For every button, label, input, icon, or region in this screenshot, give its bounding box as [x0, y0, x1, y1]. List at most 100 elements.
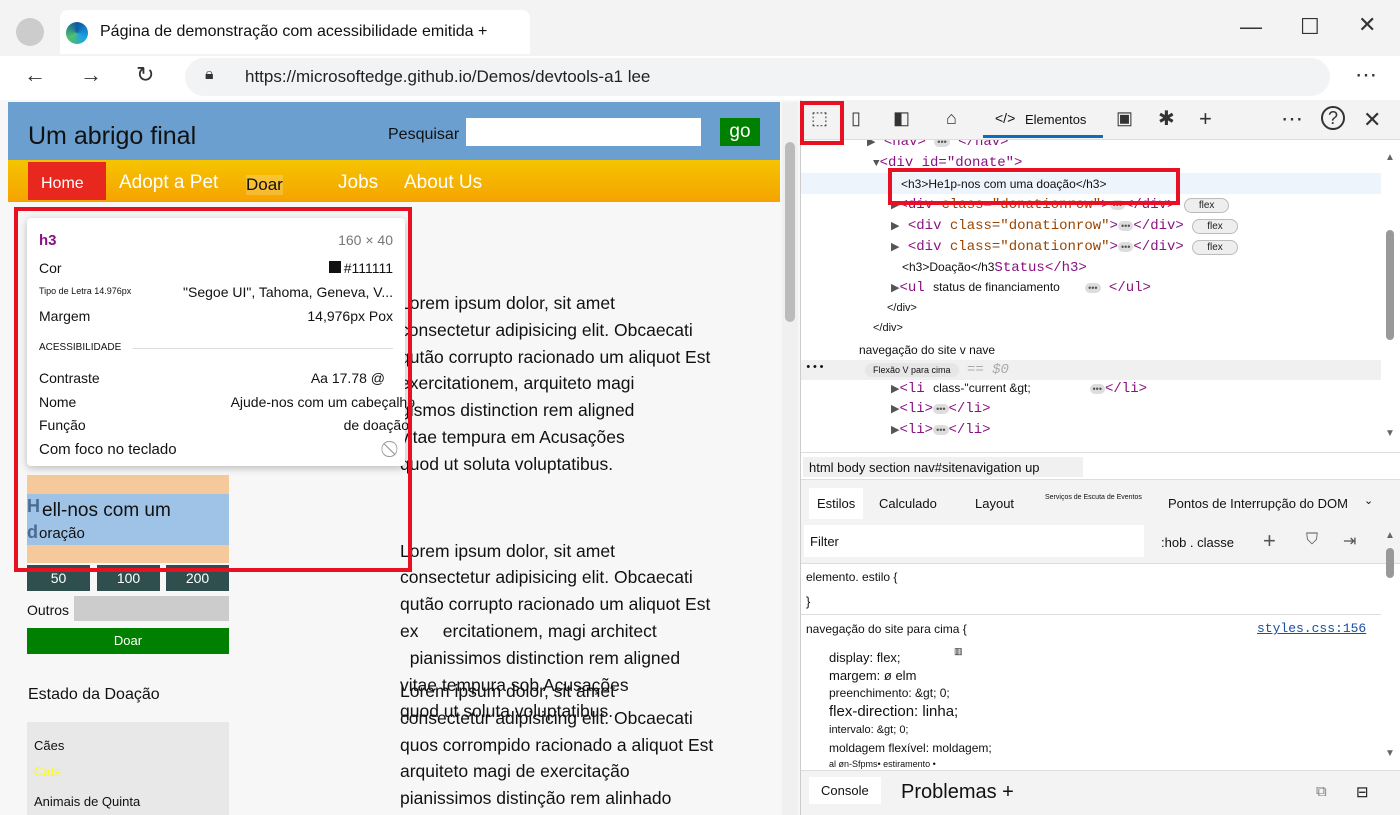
device-emulation-icon[interactable]: ▯	[851, 108, 861, 129]
element-style-selector[interactable]: elemento. estilo {	[806, 570, 897, 584]
dom-div-close: </div>	[873, 322, 903, 334]
donate-button[interactable]: Doar	[27, 628, 229, 654]
status-item: Animais de Quinta	[34, 794, 141, 809]
other-amount-input[interactable]	[74, 596, 229, 621]
css-property[interactable]: flex-direction: linha;	[829, 703, 958, 720]
scroll-down-icon[interactable]: ▼	[1385, 428, 1395, 439]
dom-scrollbar[interactable]: ▲ ▼	[1381, 140, 1399, 450]
close-window-icon[interactable]: ✕	[1358, 12, 1376, 38]
home-icon[interactable]: ⌂	[946, 108, 957, 129]
dom-sitenav[interactable]: navegação do site v nave	[859, 343, 995, 357]
nav-jobs[interactable]: Jobs	[338, 172, 378, 194]
filter-placeholder: Filter	[810, 534, 839, 549]
dom-h3-status[interactable]: <h3>Doação</h3	[902, 260, 994, 274]
hov-cls-toggle[interactable]: :hob . classe	[1161, 535, 1234, 550]
dom-ul[interactable]: <ul	[899, 280, 924, 296]
ellipsis-icon[interactable]: •••	[934, 140, 950, 147]
line: quos corrompido racionado a aliquot Est	[400, 734, 714, 755]
scroll-up-icon[interactable]: ▲	[1385, 530, 1395, 541]
bug-icon[interactable]: ✱	[1158, 106, 1175, 131]
flex-badge[interactable]: flex	[1192, 240, 1238, 255]
dom-li[interactable]: <li>	[899, 401, 933, 417]
add-tab-icon[interactable]: +	[1199, 106, 1212, 132]
more-icon[interactable]: ⋯	[1355, 62, 1377, 88]
nav-donate[interactable]: Doar	[246, 175, 283, 195]
console-icon[interactable]: ▣	[1116, 108, 1133, 129]
maximize-icon[interactable]: ☐	[1300, 14, 1320, 40]
help-icon[interactable]: ?	[1321, 106, 1345, 130]
more-tools-icon[interactable]: ⋯	[1281, 106, 1303, 132]
tab-dom-breakpoints[interactable]: Pontos de Interrupção do DOM	[1168, 496, 1348, 511]
dom-li-close: </li>	[1104, 381, 1147, 397]
tab-layout[interactable]: Layout	[975, 496, 1014, 511]
browser-tab[interactable]: Página de demonstração com acessibilidad…	[60, 10, 530, 54]
address-bar[interactable]: https://microsoftedge.github.io/Demos/de…	[185, 58, 1330, 96]
undock-drawer-icon[interactable]: ⧉	[1316, 783, 1327, 800]
css-property[interactable]: al øn-Sfpms• estiramento •	[829, 759, 936, 769]
minimize-icon[interactable]: —	[1240, 14, 1262, 40]
scroll-up-icon[interactable]: ▲	[1385, 152, 1395, 163]
tab-styles[interactable]: Estilos	[809, 488, 864, 519]
dom-scrollbar-thumb[interactable]	[1386, 230, 1394, 340]
back-icon[interactable]: ←	[24, 62, 46, 88]
rule-source-link[interactable]: styles.css:156	[1257, 621, 1366, 636]
tab-event-listeners[interactable]: Serviços de Escuta de Eventos	[1045, 494, 1142, 501]
refresh-icon[interactable]: ↻	[136, 62, 154, 88]
page-scrollbar-thumb[interactable]	[785, 142, 795, 322]
drawer-tab-console[interactable]: Console	[809, 777, 881, 804]
go-button[interactable]: go	[720, 118, 760, 146]
chevron-down-icon[interactable]: ⌄	[1364, 494, 1373, 507]
dom-donationrow[interactable]: class="donationrow"	[950, 218, 1110, 234]
line: Lorem ipsum dolor, sit amet	[400, 293, 615, 313]
css-property[interactable]: intervalo: &gt; 0;	[829, 724, 909, 736]
profile-avatar[interactable]	[16, 18, 44, 46]
dom-div-close: </div>	[887, 302, 917, 314]
scroll-down-icon[interactable]: ▼	[1385, 748, 1395, 759]
css-property[interactable]: display: flex;	[829, 650, 901, 665]
line: consectetur adipisicing elit. Obcaecati	[400, 319, 693, 340]
close-drawer-icon[interactable]: ⊟	[1356, 783, 1369, 801]
search-input[interactable]	[466, 118, 701, 146]
line: pianissimos distinction rem aligned	[400, 647, 681, 668]
site-navigation: Home Adopt a Pet Doar Jobs About Us	[8, 160, 780, 202]
dock-icon[interactable]: ◧	[893, 108, 910, 129]
filter-input[interactable]: Filter	[804, 525, 1144, 557]
site-title: Um abrigo final	[28, 122, 197, 150]
paint-brush-icon[interactable]: ⛉	[1306, 531, 1318, 549]
styles-scrollbar[interactable]: ▲ ▼	[1381, 530, 1399, 770]
drawer-tab-issues[interactable]: Problemas +	[901, 781, 1014, 804]
tab-computed[interactable]: Calculado	[879, 496, 937, 511]
flexbox-editor-icon[interactable]: ▥	[954, 646, 963, 657]
breadcrumb-path[interactable]: html body section nav#sitenavigation up	[803, 457, 1083, 477]
dom-li-current[interactable]: class-"current &gt;	[933, 381, 1031, 395]
new-rule-icon[interactable]: +	[1263, 528, 1276, 554]
tab-elements[interactable]: </> Elementos	[983, 100, 1103, 138]
close-devtools-icon[interactable]: ✕	[1363, 107, 1381, 133]
dom-nav[interactable]: <nav>	[884, 140, 926, 150]
flex-badge[interactable]: flex	[1183, 198, 1230, 213]
line: consectetur adipisicing elit. Obcaecati	[400, 567, 693, 588]
nav-home[interactable]: Home	[41, 175, 84, 193]
highlight-box-inspect	[800, 101, 844, 145]
dom-selected-node[interactable]: Flexão V para cima	[865, 363, 959, 377]
css-property[interactable]: margem: ø elm	[829, 668, 916, 683]
lock-icon[interactable]: 🔒︎	[205, 66, 214, 84]
css-property[interactable]: moldagem flexível: moldagem;	[829, 741, 992, 755]
nav-adopt[interactable]: Adopt a Pet	[119, 172, 218, 194]
page-scrollbar[interactable]	[782, 102, 798, 815]
devtools-toolbar: ⬚ ▯ ◧ ⌂ </> Elementos ▣ ✱ + ⋯ ? ✕	[801, 100, 1400, 140]
line: consectetur adipisicing elit. Obcaecati	[400, 707, 693, 728]
toggle-sidebar-icon[interactable]: ⇥	[1343, 531, 1356, 551]
forward-icon[interactable]: →	[80, 62, 102, 88]
css-property[interactable]: preenchimento: &gt; 0;	[829, 686, 950, 700]
styles-scrollbar-thumb[interactable]	[1386, 548, 1394, 578]
dom-li[interactable]: <li>	[899, 422, 933, 438]
edge-icon	[66, 22, 88, 44]
nav-about[interactable]: About Us	[404, 172, 482, 194]
status-list: Cães Cats Animais de Quinta	[27, 722, 229, 815]
line: arquiteto magi de exercitação	[400, 761, 630, 782]
rule-selector[interactable]: navegação do site para cima {	[806, 622, 967, 636]
flex-badge[interactable]: flex	[1192, 219, 1238, 234]
dom-donationrow[interactable]: class="donationrow"	[950, 239, 1110, 255]
line: gismos distinction rem aligned	[400, 400, 635, 421]
